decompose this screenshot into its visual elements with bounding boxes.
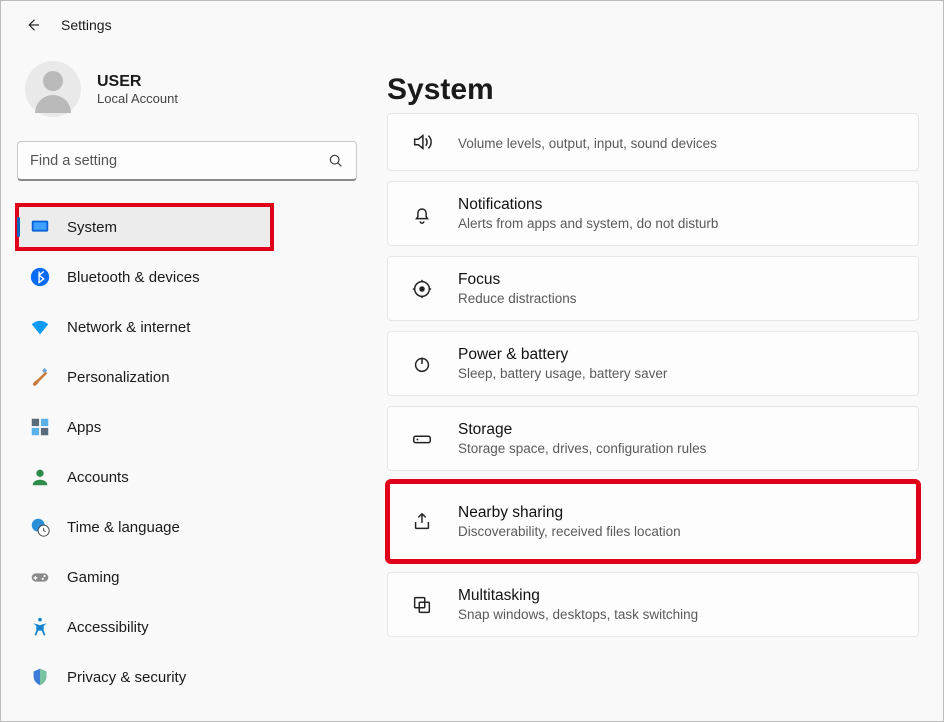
card-text: Notifications Alerts from apps and syste… bbox=[458, 196, 718, 231]
shield-icon bbox=[29, 666, 51, 688]
setting-card-storage[interactable]: Storage Storage space, drives, configura… bbox=[387, 406, 919, 471]
share-icon bbox=[408, 508, 436, 536]
sidebar-item-network-internet[interactable]: Network & internet bbox=[17, 305, 357, 349]
card-text: Power & battery Sleep, battery usage, ba… bbox=[458, 346, 667, 381]
card-text: Multitasking Snap windows, desktops, tas… bbox=[458, 587, 698, 622]
setting-card-focus[interactable]: Focus Reduce distractions bbox=[387, 256, 919, 321]
setting-card-sound[interactable]: Sound Volume levels, output, input, soun… bbox=[387, 113, 919, 171]
paintbrush-icon bbox=[29, 366, 51, 388]
system-icon bbox=[29, 216, 51, 238]
card-title: Focus bbox=[458, 271, 577, 289]
multitask-icon bbox=[408, 591, 436, 619]
page-title: System bbox=[387, 73, 919, 107]
card-subtitle: Storage space, drives, configuration rul… bbox=[458, 441, 706, 456]
sidebar-item-privacy-security[interactable]: Privacy & security bbox=[17, 655, 357, 699]
sidebar: USER Local Account System Bluetooth & de… bbox=[1, 49, 371, 721]
card-subtitle: Discoverability, received files location bbox=[458, 524, 681, 539]
sidebar-item-label: Network & internet bbox=[67, 319, 190, 336]
search-icon bbox=[328, 153, 344, 169]
account-block[interactable]: USER Local Account bbox=[17, 49, 355, 141]
bell-icon bbox=[408, 200, 436, 228]
sidebar-item-accessibility[interactable]: Accessibility bbox=[17, 605, 357, 649]
sidebar-item-label: Time & language bbox=[67, 519, 180, 536]
globe-clock-icon bbox=[29, 516, 51, 538]
card-title: Storage bbox=[458, 421, 706, 439]
setting-card-power-battery[interactable]: Power & battery Sleep, battery usage, ba… bbox=[387, 331, 919, 396]
card-title: Notifications bbox=[458, 196, 718, 214]
sidebar-item-gaming[interactable]: Gaming bbox=[17, 555, 357, 599]
card-text: Nearby sharing Discoverability, received… bbox=[458, 504, 681, 539]
card-title: Multitasking bbox=[458, 587, 698, 605]
titlebar: Settings bbox=[1, 1, 943, 49]
sidebar-item-label: Bluetooth & devices bbox=[67, 269, 200, 286]
sidebar-item-label: Accounts bbox=[67, 469, 129, 486]
main-panel: System Sound Volume levels, output, inpu… bbox=[371, 49, 943, 721]
speaker-icon bbox=[408, 128, 436, 156]
apps-icon bbox=[29, 416, 51, 438]
account-name: USER bbox=[97, 73, 178, 91]
wifi-icon bbox=[29, 316, 51, 338]
card-title: Power & battery bbox=[458, 346, 667, 364]
sidebar-item-accounts[interactable]: Accounts bbox=[17, 455, 357, 499]
account-type: Local Account bbox=[97, 91, 178, 106]
sidebar-item-personalization[interactable]: Personalization bbox=[17, 355, 357, 399]
card-subtitle: Sleep, battery usage, battery saver bbox=[458, 366, 667, 381]
drive-icon bbox=[408, 425, 436, 453]
setting-card-nearby-sharing[interactable]: Nearby sharing Discoverability, received… bbox=[387, 481, 919, 562]
card-text: Focus Reduce distractions bbox=[458, 271, 577, 306]
sidebar-item-time-language[interactable]: Time & language bbox=[17, 505, 357, 549]
card-title: Nearby sharing bbox=[458, 504, 681, 522]
sidebar-item-label: Gaming bbox=[67, 569, 120, 586]
search-box[interactable] bbox=[17, 141, 357, 181]
search-input[interactable] bbox=[30, 153, 328, 169]
back-arrow-icon bbox=[24, 16, 42, 34]
card-subtitle: Snap windows, desktops, task switching bbox=[458, 607, 698, 622]
back-button[interactable] bbox=[17, 9, 49, 41]
sidebar-item-label: System bbox=[67, 219, 117, 236]
sidebar-item-bluetooth-devices[interactable]: Bluetooth & devices bbox=[17, 255, 357, 299]
card-text: Sound Volume levels, output, input, soun… bbox=[458, 134, 717, 151]
person-icon bbox=[29, 466, 51, 488]
setting-card-multitasking[interactable]: Multitasking Snap windows, desktops, tas… bbox=[387, 572, 919, 637]
focus-icon bbox=[408, 275, 436, 303]
accessibility-icon bbox=[29, 616, 51, 638]
gamepad-icon bbox=[29, 566, 51, 588]
window-title: Settings bbox=[61, 17, 112, 33]
sidebar-item-apps[interactable]: Apps bbox=[17, 405, 357, 449]
card-subtitle: Reduce distractions bbox=[458, 291, 577, 306]
nav-list: System Bluetooth & devices Network & int… bbox=[17, 205, 357, 699]
card-subtitle: Alerts from apps and system, do not dist… bbox=[458, 216, 718, 231]
setting-card-notifications[interactable]: Notifications Alerts from apps and syste… bbox=[387, 181, 919, 246]
sidebar-item-label: Accessibility bbox=[67, 619, 149, 636]
avatar bbox=[25, 61, 81, 117]
card-text: Storage Storage space, drives, configura… bbox=[458, 421, 706, 456]
sidebar-item-label: Privacy & security bbox=[67, 669, 186, 686]
power-icon bbox=[408, 350, 436, 378]
sidebar-item-system[interactable]: System bbox=[17, 205, 272, 249]
sidebar-item-label: Apps bbox=[67, 419, 101, 436]
card-subtitle: Volume levels, output, input, sound devi… bbox=[458, 136, 717, 151]
bluetooth-icon bbox=[29, 266, 51, 288]
sidebar-item-label: Personalization bbox=[67, 369, 170, 386]
